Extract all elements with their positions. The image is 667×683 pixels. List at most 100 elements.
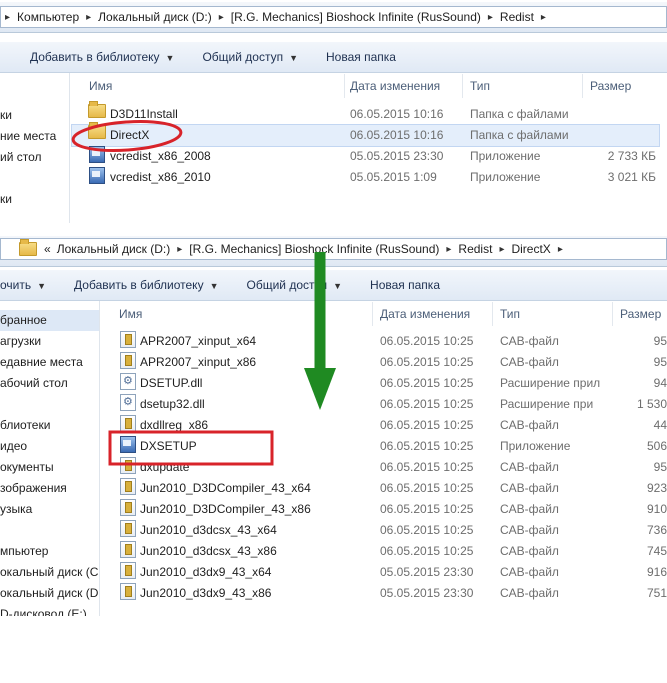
column-name[interactable]: Имя xyxy=(119,307,142,321)
file-date: 06.05.2015 10:25 xyxy=(380,523,474,537)
file-size: 923 xyxy=(646,481,667,495)
list-item[interactable]: DSETUP.dll 06.05.2015 10:25 Расширение при… xyxy=(102,371,667,394)
navigation-pane: бранное агрузки едавние места абочий сто… xyxy=(0,301,100,616)
nav-item-dvd-drive[interactable]: D-дисковод (E:) xyxy=(0,604,99,616)
add-to-library-button[interactable]: Добавить в библиотеку ▼ xyxy=(0,50,188,64)
nav-item-drive-c[interactable]: окальный диск (C xyxy=(0,562,99,583)
column-type[interactable]: Тип xyxy=(500,307,520,321)
exe-icon xyxy=(89,146,105,163)
chevron-right-icon[interactable]: ▸ xyxy=(554,244,567,255)
file-size: 2 733 КБ xyxy=(607,149,656,163)
breadcrumb-item[interactable]: Redist xyxy=(455,242,495,256)
back-history-icon[interactable]: « xyxy=(41,242,54,256)
chevron-right-icon[interactable]: ▸ xyxy=(537,12,550,23)
cab-icon xyxy=(120,520,136,537)
file-name: Jun2010_d3dcsx_43_x86 xyxy=(140,544,277,558)
chevron-right-icon[interactable]: ▸ xyxy=(484,12,497,23)
chevron-right-icon[interactable]: ▸ xyxy=(495,244,508,255)
list-item[interactable]: Jun2010_D3DCompiler_43_x86 06.05.2015 10:… xyxy=(102,499,667,520)
chevron-right-icon[interactable]: ▸ xyxy=(442,244,455,255)
chevron-right-icon[interactable]: ▸ xyxy=(215,12,228,23)
list-item[interactable]: vcredist_x86_2010 05.05.2015 1:09 Прилож… xyxy=(72,167,659,188)
cab-icon xyxy=(120,457,136,474)
nav-item-computer[interactable]: мпьютер xyxy=(0,541,99,562)
share-button[interactable]: Общий доступ ▼ xyxy=(188,50,312,64)
list-item[interactable]: DXSETUP 06.05.2015 10:25 Приложение 506 xyxy=(102,436,667,457)
breadcrumb[interactable]: ▸ Компьютер ▸ Локальный диск (D:) ▸ [R.G… xyxy=(0,6,667,28)
column-type[interactable]: Тип xyxy=(470,79,490,93)
file-size: 95 xyxy=(653,355,667,369)
breadcrumb-item[interactable]: Компьютер xyxy=(14,10,82,24)
column-size[interactable]: Размер xyxy=(590,79,631,93)
breadcrumb-item[interactable]: Локальный диск (D:) xyxy=(54,242,174,256)
file-date: 06.05.2015 10:25 xyxy=(380,502,474,516)
list-item[interactable]: Jun2010_d3dx9_43_x64 05.05.2015 23:30 CAB-… xyxy=(102,562,667,583)
nav-item-music[interactable]: узыка xyxy=(0,499,99,520)
column-size[interactable]: Размер xyxy=(620,307,661,321)
nav-item-recent[interactable]: едавние места xyxy=(0,352,99,373)
cab-icon xyxy=(120,478,136,495)
file-name: APR2007_xinput_x64 xyxy=(140,334,257,348)
file-type: Приложение xyxy=(500,439,571,453)
file-date: 06.05.2015 10:25 xyxy=(380,355,474,369)
file-date: 05.05.2015 23:30 xyxy=(380,586,474,600)
list-item[interactable]: Jun2010_d3dx9_43_x86 05.05.2015 23:30 CAB-… xyxy=(102,583,667,604)
nav-item-libraries[interactable]: блиотеки xyxy=(0,415,99,436)
list-item[interactable]: dsetup32.dll 06.05.2015 10:25 Расширение п… xyxy=(102,392,667,415)
chevron-right-icon: ▸ xyxy=(5,11,11,23)
nav-item-video[interactable]: идео xyxy=(0,436,99,457)
breadcrumb-item[interactable]: DirectX xyxy=(508,242,553,256)
share-button[interactable]: Общий доступ ▼ xyxy=(233,278,357,292)
organize-button[interactable]: очить ▼ xyxy=(0,278,60,292)
button-label: Общий доступ xyxy=(202,50,284,64)
breadcrumb-item[interactable]: Redist xyxy=(497,10,537,24)
nav-item[interactable]: ки xyxy=(0,105,69,126)
nav-item[interactable]: ий стол xyxy=(0,147,69,168)
list-item[interactable]: dxupdate 06.05.2015 10:25 CAB-файл 95 xyxy=(102,457,667,478)
nav-item-drive-d[interactable]: окальный диск (D xyxy=(0,583,99,604)
breadcrumb-item[interactable]: [R.G. Mechanics] Bioshock Infinite (RusS… xyxy=(186,242,442,256)
column-date[interactable]: Дата изменения xyxy=(380,307,470,321)
list-item[interactable]: DirectX 06.05.2015 10:16 Папка с файлами xyxy=(71,122,660,147)
file-name: DirectX xyxy=(110,128,150,142)
column-date[interactable]: Дата изменения xyxy=(350,79,440,93)
cab-icon xyxy=(120,331,136,348)
nav-item-documents[interactable]: окументы xyxy=(0,457,99,478)
breadcrumb-item[interactable]: [R.G. Mechanics] Bioshock Infinite (RusS… xyxy=(228,10,484,24)
list-item[interactable]: dxdllreg_x86 06.05.2015 10:25 CAB-файл 44 xyxy=(102,415,667,436)
chevron-right-icon[interactable]: ▸ xyxy=(82,12,95,23)
list-item[interactable]: Jun2010_d3dcsx_43_x64 06.05.2015 10:25 CAB… xyxy=(102,520,667,541)
add-to-library-button[interactable]: Добавить в библиотеку ▼ xyxy=(60,278,232,292)
new-folder-button[interactable]: Новая папка xyxy=(356,278,454,292)
file-size: 44 xyxy=(653,418,667,432)
file-date: 06.05.2015 10:25 xyxy=(380,376,474,390)
dropdown-arrow-icon: ▼ xyxy=(37,281,47,291)
file-name: dsetup32.dll xyxy=(140,397,205,411)
list-item[interactable]: Jun2010_D3DCompiler_43_x64 06.05.2015 10:… xyxy=(102,478,667,499)
nav-item[interactable]: ки xyxy=(0,189,69,210)
list-item[interactable]: Jun2010_d3dcsx_43_x86 06.05.2015 10:25 CAB… xyxy=(102,541,667,562)
nav-item-favorites[interactable]: бранное xyxy=(0,310,99,331)
list-item[interactable]: APR2007_xinput_x86 06.05.2015 10:25 CAB-фа… xyxy=(102,352,667,373)
chevron-right-icon[interactable]: ▸ xyxy=(173,244,186,255)
list-item[interactable]: APR2007_xinput_x64 06.05.2015 10:25 CAB-фа… xyxy=(102,331,667,352)
file-name: D3D11Install xyxy=(110,107,178,121)
nav-item-desktop[interactable]: абочий стол xyxy=(0,373,99,394)
file-size: 745 xyxy=(646,544,667,558)
button-label: очить xyxy=(0,278,32,292)
nav-item[interactable]: ние места xyxy=(0,126,69,147)
column-name[interactable]: Имя xyxy=(89,79,112,93)
dropdown-arrow-icon: ▼ xyxy=(209,281,219,291)
file-list: D3D11Install 06.05.2015 10:16 Папка с фа… xyxy=(71,101,660,188)
file-type: CAB-файл xyxy=(500,586,559,600)
list-item[interactable]: vcredist_x86_2008 05.05.2015 23:30 Прило… xyxy=(72,146,659,167)
new-folder-button[interactable]: Новая папка xyxy=(312,50,410,64)
list-item[interactable]: D3D11Install 06.05.2015 10:16 Папка с фа… xyxy=(72,101,659,125)
breadcrumb[interactable]: « Локальный диск (D:) ▸ [R.G. Mechanics]… xyxy=(0,238,667,260)
nav-item-images[interactable]: зображения xyxy=(0,478,99,499)
file-name: Jun2010_D3DCompiler_43_x86 xyxy=(140,502,311,516)
breadcrumb-item[interactable]: Локальный диск (D:) xyxy=(95,10,215,24)
nav-item-downloads[interactable]: агрузки xyxy=(0,331,99,352)
